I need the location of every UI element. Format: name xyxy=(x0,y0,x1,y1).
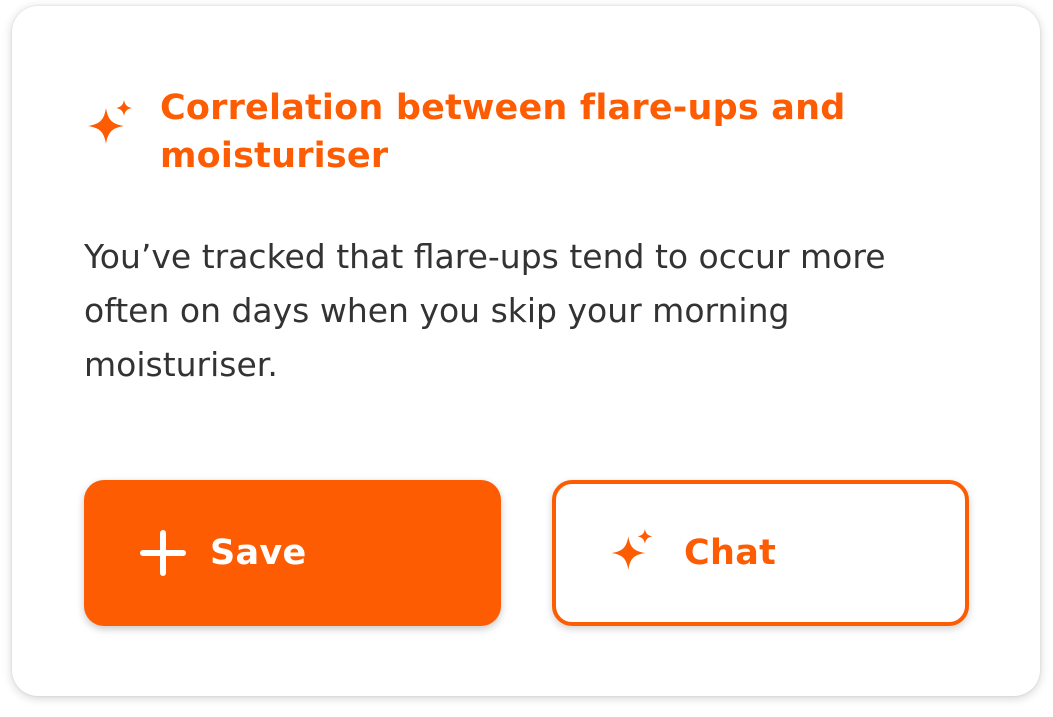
save-button-label: Save xyxy=(210,533,307,573)
insight-card: Correlation between flare-ups and moistu… xyxy=(12,6,1040,696)
sparkle-icon xyxy=(611,529,653,570)
plus-icon xyxy=(140,530,186,576)
insight-header: Correlation between flare-ups and moistu… xyxy=(84,84,964,180)
chat-button[interactable]: Chat xyxy=(552,480,969,626)
chat-button-label: Chat xyxy=(684,533,777,573)
insight-description: You’ve tracked that flare-ups tend to oc… xyxy=(84,237,886,384)
save-button[interactable]: Save xyxy=(84,480,501,626)
sparkle-icon xyxy=(88,100,132,144)
insight-title: Correlation between flare-ups and moistu… xyxy=(160,88,846,176)
